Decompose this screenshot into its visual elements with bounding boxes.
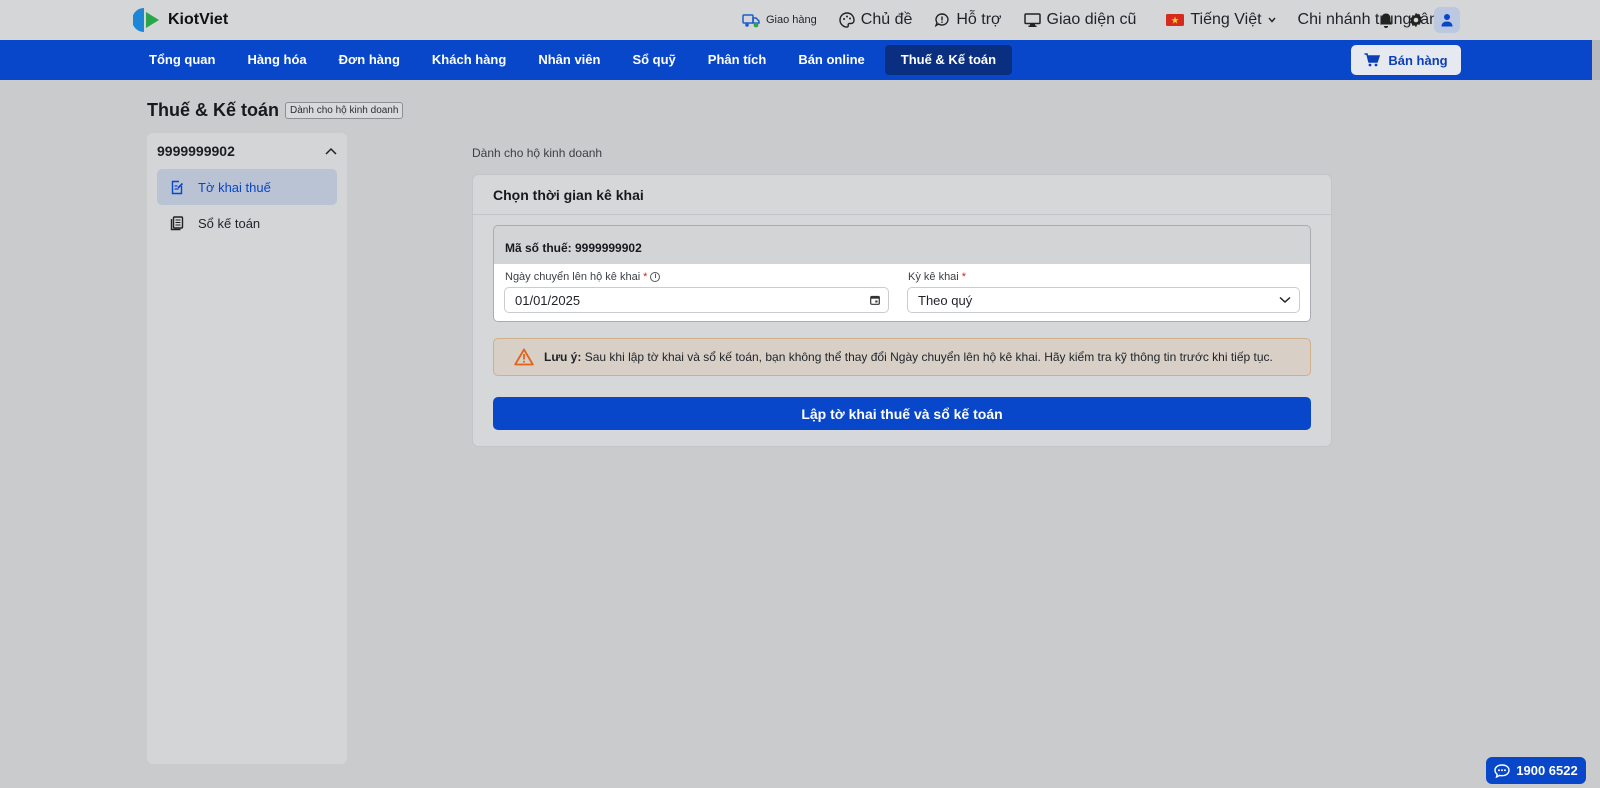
required-mark: * [643,271,648,283]
sidebar-item-label: Tờ khai thuế [198,179,271,195]
chevron-down-icon [1279,296,1291,304]
ledger-book-icon [170,215,184,230]
theme-label: Chủ đề [860,11,913,28]
nav-nhan-vien[interactable]: Nhân viên [522,45,616,75]
brand-name: KiotViet [168,11,229,28]
declaration-period-card: Chọn thời gian kê khai Mã số thuế: 99999… [472,174,1332,447]
support-label: Hỗ trợ [956,11,1002,28]
section-caption: Dành cho hộ kinh doanh [472,146,603,160]
card-title: Chọn thời gian kê khai [473,175,1331,215]
vietnam-flag-icon [1166,14,1185,26]
create-declaration-button[interactable]: Lập tờ khai thuế và sổ kế toán [493,397,1311,430]
chevron-down-icon [1267,17,1276,23]
old-ui-label: Giao diện cũ [1046,11,1137,28]
transfer-date-input[interactable]: 01/01/2025 [504,287,889,313]
page-scrollbar[interactable] [1592,40,1600,80]
user-icon [1441,14,1453,27]
sidebar-item-to-khai-thue[interactable]: Tờ khai thuế [157,169,337,205]
user-avatar[interactable] [1434,7,1460,33]
delivery-truck-icon [742,14,760,28]
chat-bubble-icon [1494,763,1510,778]
shopping-cart-icon [1364,53,1381,67]
main-nav: Tổng quan Hàng hóa Đơn hàng Khách hàng N… [0,40,1600,80]
kiotviet-logo-icon [133,8,159,32]
document-edit-icon [171,180,184,194]
chevron-up-icon[interactable] [325,147,337,155]
sell-button[interactable]: Bán hàng [1351,45,1461,75]
theme-link[interactable]: Chủ đề [839,11,913,29]
warning-triangle-icon [514,348,534,366]
nav-ban-online[interactable]: Bán online [782,45,880,75]
tax-code-line: Mã số thuế: 9999999902 [505,241,642,255]
page-heading: Thuế & Kế toán Dành cho hộ kinh doanh [147,100,404,121]
kiotviet-logo[interactable]: KiotViet [133,6,228,34]
hotline-button[interactable]: 1900 6522 [1486,757,1586,784]
page-title: Thuế & Kế toán [147,100,280,120]
top-header: KiotViet Giao hàng Chủ đề Hỗ trợ Giao di… [0,0,1600,40]
nav-tong-quan[interactable]: Tổng quan [133,45,231,75]
transfer-date-value: 01/01/2025 [515,292,581,308]
hotline-number: 1900 6522 [1516,763,1578,778]
declaration-form: Mã số thuế: 9999999902 Ngày chuyển lên h… [493,225,1311,322]
old-ui-link[interactable]: Giao diện cũ [1023,11,1137,29]
nav-so-quy[interactable]: Sổ quỹ [616,45,691,75]
warning-body: Sau khi lập tờ khai và sổ kế toán, bạn k… [584,350,1273,364]
form-fields-row: Ngày chuyển lên hộ kê khai * i 01/01/2025… [494,264,1310,321]
required-mark: * [961,271,967,283]
sell-label: Bán hàng [1388,52,1448,68]
sidebar-item-so-ke-toan[interactable]: Sổ kế toán [157,205,337,241]
warning-note: Lưu ý: Sau khi lập tờ khai và sổ kế toán… [493,338,1311,376]
nav-hang-hoa[interactable]: Hàng hóa [231,45,322,75]
date-label-text: Ngày chuyển lên hộ kê khai [505,271,641,283]
nav-khach-hang[interactable]: Khách hàng [416,45,522,75]
settings-gear-icon[interactable] [1408,12,1424,28]
declaration-period-value: Theo quý [918,292,973,308]
palette-icon [839,12,855,28]
delivery-label: Giao hàng [766,14,817,26]
chat-support-icon [935,13,949,28]
info-icon[interactable]: i [650,272,661,282]
sidebar-tax-id: 9999999902 [157,143,235,159]
date-field-label: Ngày chuyển lên hộ kê khai * i [505,271,661,283]
sidebar-tax-id-header[interactable]: 9999999902 [147,133,347,169]
support-link[interactable]: Hỗ trợ [934,11,1002,29]
monitor-icon [1023,13,1041,27]
nav-thue-ke-toan[interactable]: Thuế & Kế toán [884,45,1013,75]
declaration-period-select[interactable]: Theo quý [907,287,1300,313]
header-icon-group [1378,7,1460,33]
warning-text: Lưu ý: Sau khi lập tờ khai và sổ kế toán… [544,350,1273,364]
language-select[interactable]: Tiếng Việt [1166,11,1276,29]
nav-phan-tich[interactable]: Phân tích [692,45,783,75]
language-label: Tiếng Việt [1190,11,1262,28]
business-type-tag: Dành cho hộ kinh doanh [285,102,404,119]
period-field-label: Kỳ kê khai * [908,271,966,283]
sidebar: 9999999902 Tờ khai thuế Sổ kế toán [147,133,347,764]
period-label-text: Kỳ kê khai [908,271,959,283]
warning-bold: Lưu ý: [544,350,582,364]
notification-bell-icon[interactable] [1378,12,1394,29]
nav-don-hang[interactable]: Đơn hàng [323,45,416,75]
calendar-icon[interactable] [870,295,880,305]
sidebar-item-label: Sổ kế toán [198,215,261,231]
delivery-link[interactable]: Giao hàng [742,12,817,28]
